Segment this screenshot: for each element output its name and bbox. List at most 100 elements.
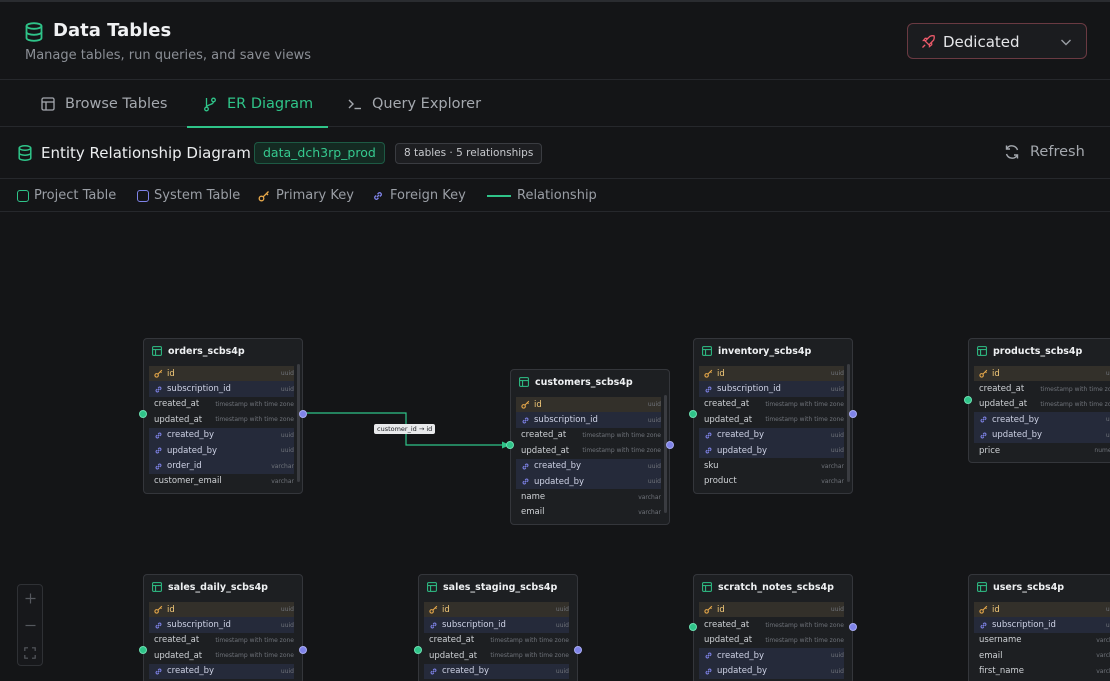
column-row[interactable]: id uuid bbox=[699, 366, 844, 382]
target-handle[interactable] bbox=[506, 441, 514, 449]
column-row[interactable]: created_by uuid bbox=[149, 663, 294, 679]
table-node[interactable]: customers_scbs4pid uuid subscription_id uui… bbox=[506, 369, 674, 526]
refresh-button[interactable]: Refresh bbox=[1004, 144, 1085, 160]
column-row[interactable]: name varchar bbox=[516, 489, 661, 504]
column-row[interactable]: subscription_id uuid bbox=[516, 412, 661, 428]
column-row[interactable]: id uuid bbox=[149, 366, 294, 382]
table-node[interactable]: inventory_scbs4pid uuid subscription_id uui… bbox=[689, 338, 857, 495]
column-row[interactable]: updated_by uuid bbox=[516, 473, 661, 490]
node-scrollbar[interactable] bbox=[664, 395, 667, 513]
tab-er-diagram[interactable]: ER Diagram bbox=[187, 81, 328, 128]
column-row[interactable]: updated_at timestamp with time zone bbox=[149, 412, 294, 427]
column-row[interactable]: customer_email varchar bbox=[149, 474, 294, 489]
plan-select[interactable]: Dedicated bbox=[907, 23, 1087, 59]
table-node-header[interactable]: sales_daily_scbs4p bbox=[144, 575, 302, 599]
table-node-header[interactable]: inventory_scbs4p bbox=[694, 339, 852, 363]
column-row[interactable]: subscription_id uuid bbox=[424, 617, 569, 633]
zoom-out-button[interactable] bbox=[18, 612, 42, 639]
column-row[interactable]: id uuid bbox=[516, 397, 661, 413]
source-handle[interactable] bbox=[574, 646, 582, 654]
link-icon bbox=[705, 668, 712, 675]
column-row[interactable]: subscription_id uuid bbox=[149, 617, 294, 633]
column-row[interactable]: created_at timestamp with time zone bbox=[699, 617, 844, 632]
column-row[interactable]: id uuid bbox=[149, 602, 294, 618]
column-name: updated_at bbox=[429, 650, 478, 661]
table-node-header[interactable]: orders_scbs4p bbox=[144, 339, 302, 363]
column-row[interactable]: created_by uuid bbox=[974, 412, 1110, 428]
er-canvas[interactable]: customer_id → id orders_scbs4p id uuid subs… bbox=[0, 213, 1110, 681]
source-handle[interactable] bbox=[849, 410, 857, 418]
target-handle[interactable] bbox=[139, 410, 147, 418]
column-row[interactable]: id uuid bbox=[974, 602, 1110, 618]
table-node[interactable]: orders_scbs4p id uuid subscription_id uuid cr… bbox=[139, 338, 307, 495]
column-type: timestamp with time zone bbox=[765, 416, 844, 424]
column-row[interactable]: sku varchar bbox=[699, 458, 844, 473]
edge-label[interactable]: customer_id → id bbox=[374, 424, 436, 434]
column-row[interactable]: updated_by uuid bbox=[699, 663, 844, 679]
column-row[interactable]: updated_at timestamp with time zone bbox=[699, 412, 844, 427]
column-row[interactable]: created_by uuid bbox=[699, 648, 844, 664]
column-row[interactable]: subscription_id uuid bbox=[699, 381, 844, 397]
fit-view-button[interactable] bbox=[18, 639, 42, 666]
table-node[interactable]: sales_daily_scbs4pid uuid subscription_id u… bbox=[139, 574, 307, 681]
column-row[interactable]: id uuid bbox=[699, 602, 844, 618]
table-node[interactable]: sales_staging_scbs4pid uuid subscription_i… bbox=[414, 574, 582, 681]
column-type: uuid bbox=[1105, 606, 1110, 614]
table-node[interactable]: products_scbs4pid uuid created_at timestamp… bbox=[964, 338, 1110, 464]
column-row[interactable]: subscription_id uuid bbox=[149, 381, 294, 397]
table-node-header[interactable]: products_scbs4p bbox=[969, 339, 1110, 363]
node-scrollbar[interactable] bbox=[847, 364, 850, 482]
table-node[interactable]: users_scbs4pid uuid subscription_id uuid use… bbox=[968, 574, 1110, 681]
table-node-header[interactable]: scratch_notes_scbs4p bbox=[694, 575, 852, 599]
column-row[interactable]: created_at timestamp with time zone bbox=[516, 428, 661, 443]
column-row[interactable]: username varchar bbox=[974, 633, 1110, 648]
column-row[interactable]: order_id varchar bbox=[149, 458, 294, 474]
column-row[interactable]: product varchar bbox=[699, 474, 844, 489]
target-handle[interactable] bbox=[139, 646, 147, 654]
column-row[interactable]: first_name varchar bbox=[974, 664, 1110, 679]
target-handle[interactable] bbox=[689, 623, 697, 631]
column-row[interactable]: updated_by uuid bbox=[974, 427, 1110, 443]
table-node-header[interactable]: customers_scbs4p bbox=[511, 370, 669, 394]
column-row[interactable]: created_by uuid bbox=[149, 427, 294, 443]
column-row[interactable]: created_at timestamp with time zone bbox=[149, 397, 294, 412]
column-row[interactable]: updated_at timestamp with time zone bbox=[699, 633, 844, 648]
table-name: sales_staging_scbs4p bbox=[443, 581, 558, 593]
column-row[interactable]: created_at timestamp with time zone bbox=[699, 397, 844, 412]
column-row[interactable]: email varchar bbox=[974, 648, 1110, 663]
column-row[interactable]: created_by uuid bbox=[699, 427, 844, 443]
target-handle[interactable] bbox=[964, 396, 972, 404]
column-row[interactable]: updated_at timestamp with time zone bbox=[424, 648, 569, 663]
column-row[interactable]: updated_at timestamp with time zone bbox=[516, 443, 661, 458]
column-row[interactable]: created_by uuid bbox=[516, 458, 661, 474]
zoom-in-button[interactable] bbox=[18, 585, 42, 612]
target-handle[interactable] bbox=[414, 646, 422, 654]
column-name: subscription_id bbox=[717, 384, 781, 395]
source-handle[interactable] bbox=[299, 410, 307, 418]
column-row[interactable]: subscription_id uuid bbox=[974, 617, 1110, 633]
column-row[interactable]: email varchar bbox=[516, 505, 661, 520]
source-handle[interactable] bbox=[299, 646, 307, 654]
table-node-header[interactable]: sales_staging_scbs4p bbox=[419, 575, 577, 599]
tab-query-explorer[interactable]: Query Explorer bbox=[348, 81, 481, 127]
node-scrollbar[interactable] bbox=[297, 364, 300, 482]
tab-browse-tables[interactable]: Browse Tables bbox=[41, 81, 167, 127]
column-row[interactable]: updated_at timestamp with time zone bbox=[974, 397, 1110, 412]
target-handle[interactable] bbox=[689, 410, 697, 418]
column-row[interactable]: created_by uuid bbox=[424, 663, 569, 679]
column-row[interactable]: created_at timestamp with time zone bbox=[424, 633, 569, 648]
column-name: username bbox=[979, 635, 1022, 646]
column-row[interactable]: updated_by uuid bbox=[149, 442, 294, 459]
column-row[interactable]: updated_by uuid bbox=[699, 442, 844, 459]
source-handle[interactable] bbox=[666, 441, 674, 449]
column-row[interactable]: price numeric bbox=[974, 443, 1110, 458]
column-row[interactable]: created_at timestamp with time zone bbox=[974, 381, 1110, 396]
column-row[interactable]: created_at timestamp with time zone bbox=[149, 633, 294, 648]
table-node[interactable]: scratch_notes_scbs4pid uuid created_at time… bbox=[689, 574, 857, 681]
column-name: subscription_id bbox=[167, 384, 231, 395]
column-row[interactable]: id uuid bbox=[974, 366, 1110, 382]
column-row[interactable]: id uuid bbox=[424, 602, 569, 618]
column-row[interactable]: updated_at timestamp with time zone bbox=[149, 648, 294, 663]
table-node-header[interactable]: users_scbs4p bbox=[969, 575, 1110, 599]
source-handle[interactable] bbox=[849, 623, 857, 631]
